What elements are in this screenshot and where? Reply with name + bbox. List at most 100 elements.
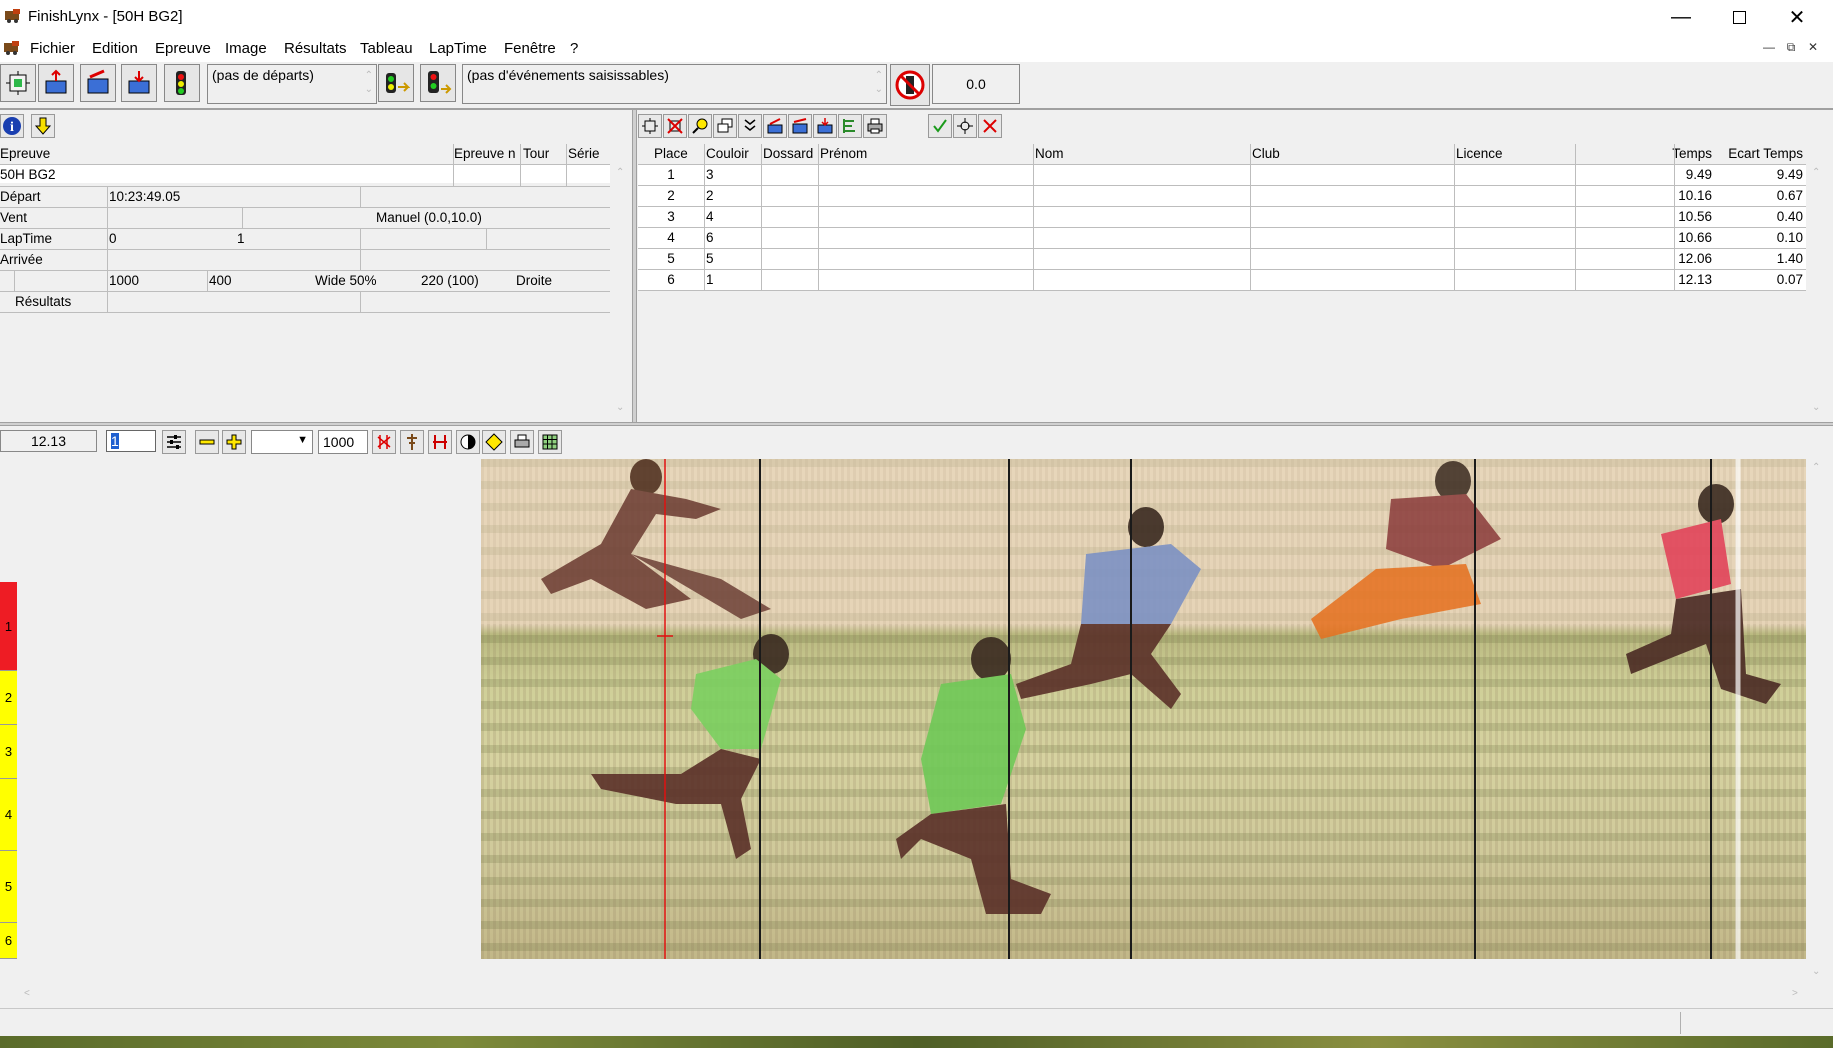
menu-image[interactable]: Image [225,40,267,57]
menu-help[interactable]: ? [570,40,578,57]
save-results-icon[interactable] [813,114,837,138]
col-temps[interactable]: Temps [1628,146,1712,161]
grid-line [0,270,610,271]
close-button[interactable]: ✕ [1768,0,1826,34]
param-5: Droite [516,273,553,288]
menu-epreuve[interactable]: Epreuve [155,40,211,57]
events-combo-scroll[interactable]: ⌃ ⌄ [875,69,883,97]
lane-marker-5[interactable]: 5 [0,851,17,923]
grid-line [0,249,610,250]
start-sensor-icon[interactable] [164,64,200,102]
magnifier-icon[interactable] [688,114,712,138]
mdi-close-button[interactable]: ✕ [1804,40,1822,56]
start-list-icon[interactable] [378,64,414,102]
capture-icon[interactable] [0,64,36,102]
grid-line [638,290,1806,291]
check-down-icon[interactable] [738,114,762,138]
menu-fichier[interactable]: Fichier [30,40,75,57]
col-dossard[interactable]: Dossard [763,146,813,161]
col-club[interactable]: Club [1252,146,1280,161]
info-icon[interactable]: i [0,114,24,138]
col-ecart-temps[interactable]: Ecart Temps [1713,146,1803,161]
panel-divider-vertical[interactable] [632,110,637,422]
split-icon[interactable] [428,430,452,454]
edit-event-icon[interactable] [80,64,116,102]
mdi-minimize-button[interactable]: — [1760,40,1778,56]
export-icon[interactable] [763,114,787,138]
results-table: Place Couloir Dossard Prénom Nom Club Li… [638,144,1806,294]
table-row[interactable]: 2 2 10.16 0.67 [638,186,1806,206]
zoom-select[interactable]: ▼ [251,430,313,454]
lane-marker-1[interactable]: 1 [0,582,17,671]
down-arrow-icon[interactable] [31,114,55,138]
menu-tableau[interactable]: Tableau [360,40,413,57]
windows-icon[interactable] [713,114,737,138]
image-scroll-down[interactable]: ⌄ [1812,966,1820,977]
mdi-app-icon[interactable] [3,41,21,55]
event-name-field[interactable] [0,165,453,183]
print-image-icon[interactable] [510,430,534,454]
starts-combo-scroll[interactable]: ⌃ ⌄ [365,69,373,97]
table-row[interactable]: 3 4 10.56 0.40 [638,207,1806,227]
image-scroll-up[interactable]: ⌃ [1812,462,1820,473]
reject-icon[interactable] [978,114,1002,138]
col-licence[interactable]: Licence [1456,146,1503,161]
print-icon[interactable] [863,114,887,138]
results-scroll-up[interactable]: ⌃ [1812,167,1820,178]
grid-icon[interactable] [538,430,562,454]
laptime-label: LapTime [0,231,53,246]
menu-edition[interactable]: Edition [92,40,138,57]
table-row[interactable]: 1 3 9.49 9.49 [638,165,1806,185]
tour-field[interactable] [521,165,566,183]
table-row[interactable]: 6 1 12.13 0.07 [638,270,1806,290]
col-place[interactable]: Place [654,146,688,161]
minimize-button[interactable]: — [1652,0,1710,34]
zoom-in-icon[interactable] [222,430,246,454]
lane-marker-4[interactable]: 4 [0,779,17,851]
row-couloir: 5 [706,251,714,266]
col-couloir[interactable]: Couloir [706,146,749,161]
zoom-value-field[interactable]: 1000 [318,430,368,454]
edit-results-icon[interactable] [788,114,812,138]
settings-lines-icon[interactable] [162,430,186,454]
serie-field[interactable] [567,165,610,183]
align-icon[interactable] [400,430,424,454]
accept-icon[interactable] [928,114,952,138]
open-event-icon[interactable] [38,64,74,102]
wind-gauge-icon[interactable] [890,64,930,106]
table-row[interactable]: 4 6 10.66 0.10 [638,228,1806,248]
lane-marker-2[interactable]: 2 [0,671,17,725]
col-nom[interactable]: Nom [1035,146,1064,161]
starts-combo[interactable]: (pas de départs) ⌃ ⌄ [207,64,377,104]
image-scroll-right[interactable]: > [1792,988,1798,999]
menu-fenetre[interactable]: Fenêtre [504,40,556,57]
traffic-light-icon[interactable] [420,64,456,102]
mdi-restore-button[interactable]: ⧉ [1782,40,1800,56]
chevron-down-icon[interactable]: ▼ [297,434,308,446]
target-icon[interactable] [953,114,977,138]
menu-resultats[interactable]: Résultats [284,40,347,57]
event-panel-scroll-up[interactable]: ⌃ [616,167,624,178]
frame-input[interactable]: 1 [106,430,156,452]
col-prenom[interactable]: Prénom [820,146,867,161]
lane-marker-3[interactable]: 3 [0,725,17,779]
panel-divider-image[interactable] [0,422,1833,426]
events-combo[interactable]: (pas d'événements saisissables) ⌃ ⌄ [462,64,887,104]
photo-finish-image[interactable] [481,459,1806,959]
contrast-icon[interactable] [456,430,480,454]
delete-capture-icon[interactable] [663,114,687,138]
clear-marks-icon[interactable] [372,430,396,454]
save-event-icon[interactable] [121,64,157,102]
sort-icon[interactable] [838,114,862,138]
zoom-out-icon[interactable] [195,430,219,454]
event-panel-scroll-down[interactable]: ⌄ [616,402,624,413]
epreuve-n-field[interactable] [454,165,520,183]
lane-marker-6[interactable]: 6 [0,923,17,959]
maximize-button[interactable] [1710,0,1768,34]
brightness-icon[interactable] [482,430,506,454]
menu-laptime[interactable]: LapTime [429,40,487,57]
image-scroll-left[interactable]: < [24,988,30,999]
results-scroll-down[interactable]: ⌄ [1812,402,1820,413]
capture-small-icon[interactable] [638,114,662,138]
table-row[interactable]: 5 5 12.06 1.40 [638,249,1806,269]
